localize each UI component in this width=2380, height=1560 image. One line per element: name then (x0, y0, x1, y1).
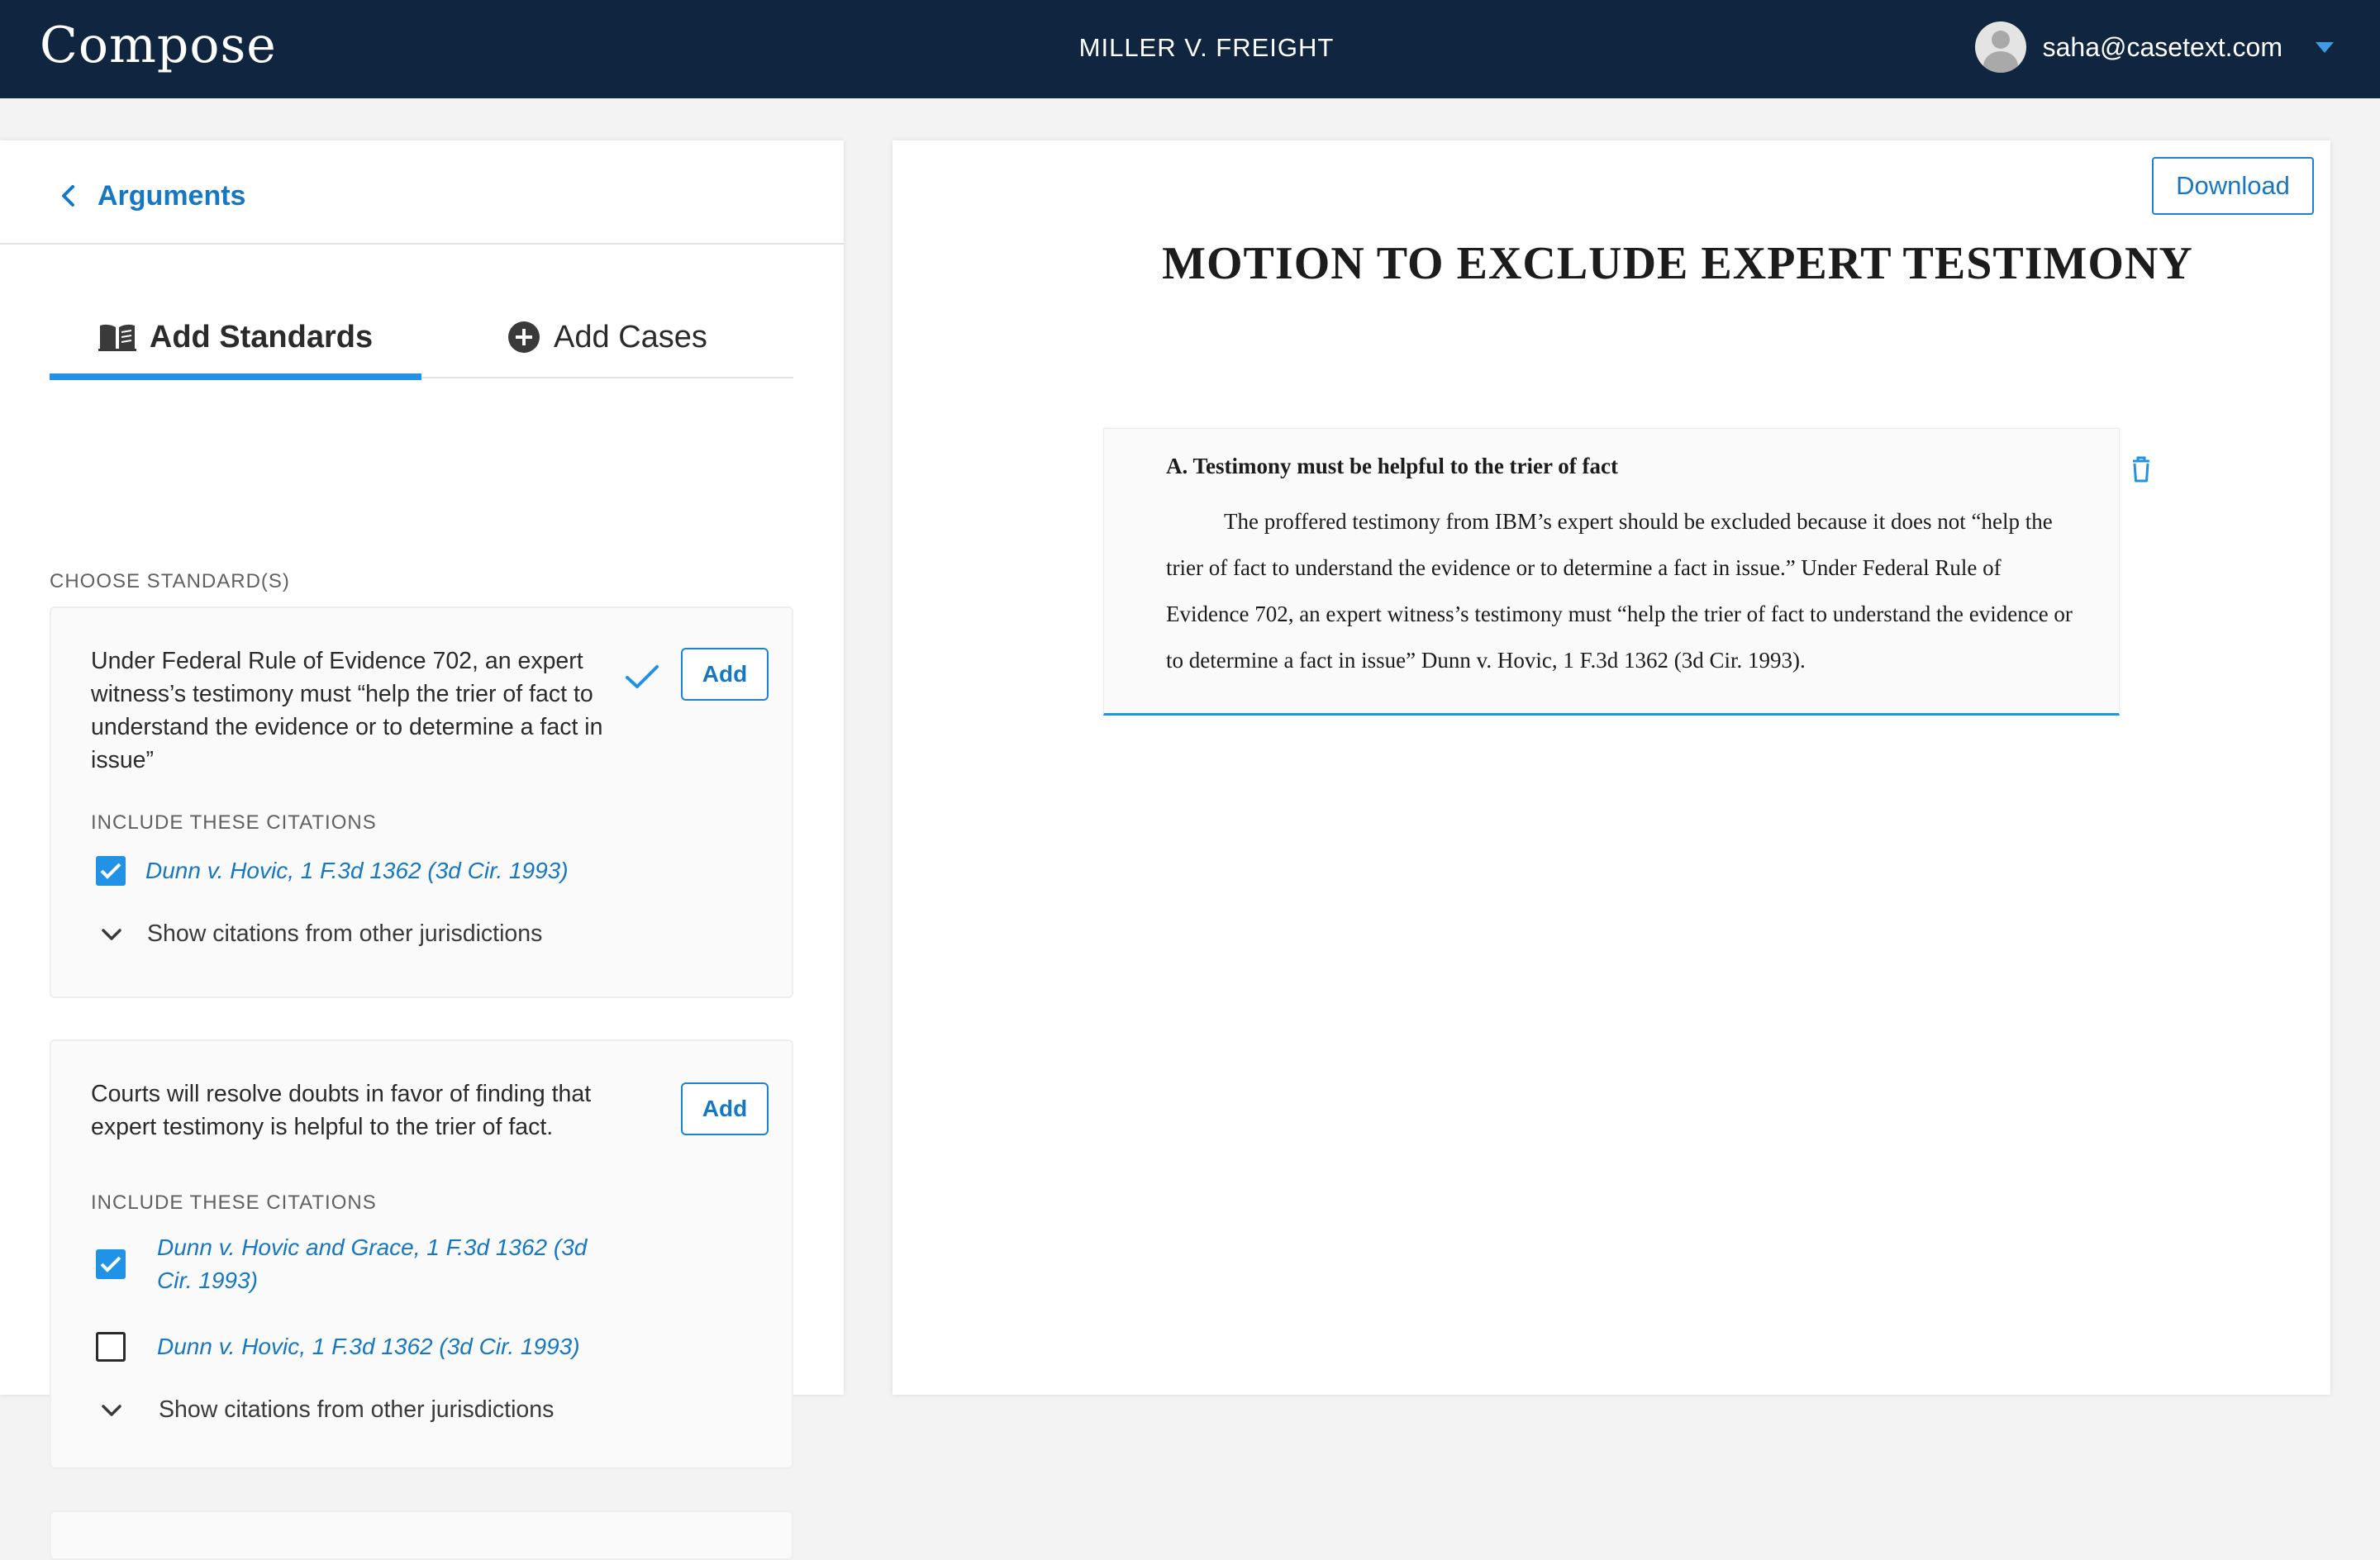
back-row: Arguments (0, 140, 844, 245)
show-other-jurisdictions[interactable]: Show citations from other jurisdictions (101, 920, 542, 948)
include-citations-label: INCLUDE THESE CITATIONS (91, 1191, 377, 1214)
checkmark-icon (626, 665, 659, 688)
citation-link[interactable]: Dunn v. Hovic and Grace, 1 F.3d 1362 (3d… (157, 1231, 620, 1297)
citation-checkbox[interactable] (96, 1332, 126, 1362)
plus-circle-icon (508, 321, 540, 353)
section-heading: A. Testimony must be helpful to the trie… (1166, 454, 1618, 478)
standard-card: Courts will resolve doubts in favor of f… (50, 1039, 793, 1469)
document-section[interactable]: A. Testimony must be helpful to the trie… (1103, 428, 2120, 716)
show-other-jurisdictions[interactable]: Show citations from other jurisdictions (101, 1396, 554, 1424)
active-tab-indicator (50, 373, 421, 380)
back-to-arguments-link[interactable]: Arguments (98, 180, 245, 212)
standards-panel: Arguments Add Standards Add Cases CHOOSE… (0, 140, 844, 1560)
citation-link[interactable]: Dunn v. Hovic, 1 F.3d 1362 (3d Cir. 1993… (157, 1330, 580, 1363)
tab-label: Add Cases (554, 319, 707, 354)
tab-bar: Add Standards Add Cases (50, 296, 793, 380)
tab-add-standards[interactable]: Add Standards (50, 296, 421, 380)
standard-text: Under Federal Rule of Evidence 702, an e… (91, 648, 603, 773)
book-icon (98, 324, 136, 351)
top-bar: Compose MILLER V. FREIGHT saha@casetext.… (0, 0, 2380, 98)
chevron-down-icon (102, 1404, 121, 1416)
citation-checkbox[interactable] (96, 1249, 126, 1279)
chevron-down-icon (102, 928, 121, 940)
show-more-label: Show citations from other jurisdictions (159, 1396, 555, 1423)
include-citations-label: INCLUDE THESE CITATIONS (91, 811, 377, 834)
user-email[interactable]: saha@casetext.com (2043, 32, 2282, 63)
chevron-left-icon[interactable] (58, 183, 79, 208)
user-menu[interactable]: saha@casetext.com (1974, 21, 2334, 73)
user-avatar-icon[interactable] (1974, 21, 2026, 73)
tab-add-cases[interactable]: Add Cases (421, 296, 793, 378)
citation-checkbox[interactable] (96, 856, 126, 886)
tab-label: Add Standards (149, 319, 374, 354)
show-more-label: Show citations from other jurisdictions (147, 920, 543, 947)
caret-down-icon[interactable] (2316, 41, 2334, 53)
standard-text: Courts will resolve doubts in favor of f… (91, 1081, 592, 1140)
document-title: MOTION TO EXCLUDE EXPERT TESTIMONY (1162, 238, 2193, 289)
standard-card: Under Federal Rule of Evidence 702, an e… (50, 606, 793, 998)
add-standard-button[interactable]: Add (681, 1082, 769, 1135)
citation-link[interactable]: Dunn v. Hovic, 1 F.3d 1362 (3d Cir. 1993… (145, 854, 569, 887)
section-body: The proffered testimony from IBM’s exper… (1166, 509, 2073, 673)
document-preview: Download MOTION TO EXCLUDE EXPERT TESTIM… (892, 140, 2330, 1395)
choose-standards-label: CHOOSE STANDARD(S) (50, 570, 290, 592)
trash-icon[interactable] (2130, 456, 2152, 483)
download-button[interactable]: Download (2152, 157, 2314, 215)
standard-card (50, 1510, 793, 1560)
add-standard-button[interactable]: Add (681, 648, 769, 701)
